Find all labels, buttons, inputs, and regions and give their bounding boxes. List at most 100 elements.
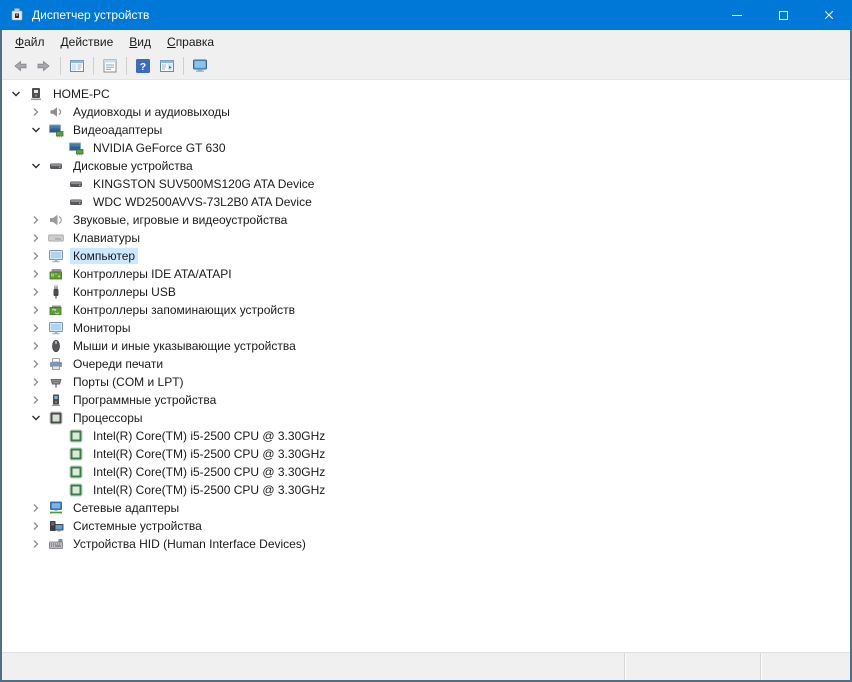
tree-row[interactable]: Системные устройства: [2, 517, 850, 535]
chevron-down-icon[interactable]: [28, 122, 44, 138]
disk-drive-icon: [68, 194, 84, 210]
tree-row[interactable]: Компьютер: [2, 247, 850, 265]
maximize-button[interactable]: [760, 0, 806, 30]
tree-row[interactable]: Программные устройства: [2, 391, 850, 409]
tree-row[interactable]: Мыши и иные указывающие устройства: [2, 337, 850, 355]
forward-button[interactable]: [32, 54, 56, 78]
chevron-right-icon[interactable]: [28, 500, 44, 516]
processor-core-icon: [68, 482, 84, 498]
tree-row[interactable]: Intel(R) Core(TM) i5-2500 CPU @ 3.30GHz: [2, 427, 850, 445]
chevron-right-icon[interactable]: [28, 248, 44, 264]
tree-row[interactable]: Аудиовходы и аудиовыходы: [2, 103, 850, 121]
properties-icon: [102, 58, 118, 74]
tree-row[interactable]: Intel(R) Core(TM) i5-2500 CPU @ 3.30GHz: [2, 463, 850, 481]
close-icon: [823, 9, 835, 21]
chevron-down-icon[interactable]: [8, 86, 24, 102]
chevron-right-icon[interactable]: [28, 338, 44, 354]
tree-item-label: Мыши и иные указывающие устройства: [73, 339, 296, 353]
software-device-icon: [48, 392, 64, 408]
tree-row[interactable]: Очереди печати: [2, 355, 850, 373]
storage-controller-icon: [48, 302, 64, 318]
help-button[interactable]: ?: [131, 54, 155, 78]
menu-item-файл[interactable]: Файл: [7, 32, 53, 52]
tree-item-label: Устройства HID (Human Interface Devices): [73, 537, 306, 551]
close-button[interactable]: [806, 0, 852, 30]
show-console-tree-button[interactable]: [65, 54, 89, 78]
tree-row[interactable]: Звуковые, игровые и видеоустройства: [2, 211, 850, 229]
tree-row[interactable]: NVIDIA GeForce GT 630: [2, 139, 850, 157]
tree-item-label: Видеоадаптеры: [73, 123, 163, 137]
chevron-right-icon[interactable]: [28, 356, 44, 372]
tree-row[interactable]: HOME-PC: [2, 85, 850, 103]
tree-row[interactable]: Intel(R) Core(TM) i5-2500 CPU @ 3.30GHz: [2, 481, 850, 499]
tree-row[interactable]: Контроллеры запоминающих устройств: [2, 301, 850, 319]
toolbar-separator: [183, 57, 184, 75]
tree-row[interactable]: Порты (COM и LPT): [2, 373, 850, 391]
chevron-right-icon[interactable]: [28, 230, 44, 246]
chevron-right-icon[interactable]: [28, 266, 44, 282]
system-device-icon: [48, 518, 64, 534]
tree-item-label: Intel(R) Core(TM) i5-2500 CPU @ 3.30GHz: [93, 483, 326, 497]
help-icon: ?: [135, 58, 151, 74]
tree-item-label: Сетевые адаптеры: [73, 501, 180, 515]
status-bar: [2, 652, 850, 680]
menu-item-действие[interactable]: Действие: [53, 32, 122, 52]
back-button[interactable]: [8, 54, 32, 78]
tree-item-label: Клавиатуры: [73, 231, 140, 245]
chevron-right-icon[interactable]: [28, 284, 44, 300]
tree-row[interactable]: Клавиатуры: [2, 229, 850, 247]
forward-arrow-icon: [36, 58, 52, 74]
tree-row[interactable]: Процессоры: [2, 409, 850, 427]
device-tree: HOME-PC Аудиовходы и аудиовыходы Видеоадап…: [2, 80, 850, 652]
tree-row[interactable]: Контроллеры USB: [2, 283, 850, 301]
keyboard-icon: [48, 230, 64, 246]
display-adapter-icon: [48, 122, 64, 138]
chevron-right-icon[interactable]: [28, 212, 44, 228]
tree-item-label: WDC WD2500AVVS-73L2B0 ATA Device: [93, 195, 312, 209]
device-manager-window: Диспетчер устройств Файл Действие Вид Справ…: [0, 0, 852, 682]
chevron-down-icon[interactable]: [28, 158, 44, 174]
chevron-right-icon[interactable]: [28, 392, 44, 408]
tree-item-label: Аудиовходы и аудиовыходы: [73, 105, 230, 119]
tree-row[interactable]: WDC WD2500AVVS-73L2B0 ATA Device: [2, 193, 850, 211]
chevron-right-icon[interactable]: [28, 536, 44, 552]
tree-row[interactable]: Видеоадаптеры: [2, 121, 850, 139]
tree-row[interactable]: Контроллеры IDE ATA/ATAPI: [2, 265, 850, 283]
tree-row[interactable]: Сетевые адаптеры: [2, 499, 850, 517]
toolbar: ?: [2, 53, 850, 80]
tree-item-label: Контроллеры IDE ATA/ATAPI: [73, 267, 232, 281]
tree-row[interactable]: Intel(R) Core(TM) i5-2500 CPU @ 3.30GHz: [2, 445, 850, 463]
menu-item-справка[interactable]: Справка: [159, 32, 222, 52]
minimize-button[interactable]: [714, 0, 760, 30]
menu-item-вид[interactable]: Вид: [121, 32, 159, 52]
port-icon: [48, 374, 64, 390]
chevron-right-icon[interactable]: [28, 320, 44, 336]
scan-hardware-icon: [192, 58, 208, 74]
tree-row[interactable]: Мониторы: [2, 319, 850, 337]
window-frame: Файл Действие Вид Справка ? HOME-PC Аудиовхо…: [0, 30, 852, 682]
tree-item-label: Intel(R) Core(TM) i5-2500 CPU @ 3.30GHz: [93, 447, 326, 461]
tree-row[interactable]: Дисковые устройства: [2, 157, 850, 175]
tree-row[interactable]: KINGSTON SUV500MS120G ATA Device: [2, 175, 850, 193]
chevron-down-icon[interactable]: [28, 410, 44, 426]
menu-bar: Файл Действие Вид Справка: [2, 30, 850, 53]
status-bar-section-3: [761, 653, 850, 680]
scan-hardware-changes-button[interactable]: [188, 54, 212, 78]
printer-icon: [48, 356, 64, 372]
properties-button[interactable]: [98, 54, 122, 78]
chevron-right-icon[interactable]: [28, 302, 44, 318]
chevron-right-icon[interactable]: [28, 518, 44, 534]
window-title: Диспетчер устройств: [32, 8, 150, 22]
show-action-pane-button[interactable]: [155, 54, 179, 78]
toolbar-separator: [93, 57, 94, 75]
monitor-icon: [48, 248, 64, 264]
chevron-right-icon[interactable]: [28, 374, 44, 390]
tree-row[interactable]: Устройства HID (Human Interface Devices): [2, 535, 850, 553]
network-adapter-icon: [48, 500, 64, 516]
chevron-right-icon[interactable]: [28, 104, 44, 120]
